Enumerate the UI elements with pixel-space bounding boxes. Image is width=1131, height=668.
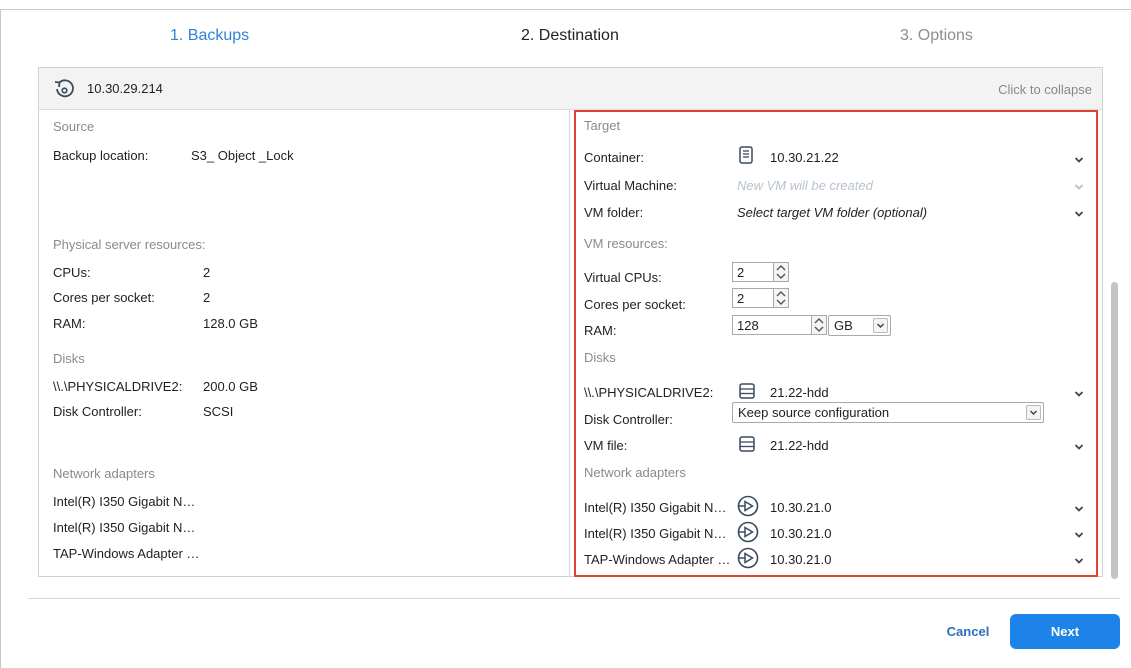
target-cores-input[interactable]: 2 [732,288,774,308]
chevron-down-icon [1026,405,1041,420]
panel-header[interactable]: 10.30.29.214 Click to collapse [39,68,1102,110]
chevron-down-icon[interactable] [1074,556,1084,566]
chevron-down-icon[interactable] [1074,442,1084,452]
column-divider [569,110,570,576]
target-drive-value[interactable]: 21.22-hdd [770,385,829,400]
vm-folder-value[interactable]: Select target VM folder (optional) [737,205,927,220]
target-ram-label: RAM: [584,323,617,338]
source-drive-label: \\.\PHYSICALDRIVE2: [53,379,183,394]
ram-value: 128.0 GB [203,316,258,331]
restore-icon [53,78,75,100]
virtual-cpus-stepper[interactable] [774,262,789,282]
cpus-label: CPUs: [53,265,91,280]
next-button[interactable]: Next [1010,614,1120,649]
storage-icon [739,383,755,402]
panel-title: 10.30.29.214 [87,81,163,96]
physical-resources-heading: Physical server resources: [53,237,206,252]
vm-resources-heading: VM resources: [584,236,668,251]
cpus-value: 2 [203,265,211,280]
cancel-button[interactable]: Cancel [928,616,1008,648]
source-network-heading: Network adapters [53,466,155,481]
virtual-machine-label: Virtual Machine: [584,178,677,193]
ram-unit-select[interactable]: GB [828,315,891,336]
step-backups[interactable]: 1. Backups [170,27,249,45]
source-drive-value: 200.0 GB [203,379,258,394]
step-destination[interactable]: 2. Destination [521,27,619,45]
target-network-heading: Network adapters [584,465,686,480]
wizard-steps: 1. Backups 2. Destination 3. Options [0,27,1131,49]
backup-location-value: S3_ Object _Lock [191,148,294,163]
window-frame-left [0,10,1,668]
chevron-down-icon[interactable] [1074,209,1084,219]
target-ram-input[interactable]: 128 [732,315,812,335]
collapse-link[interactable]: Click to collapse [998,82,1092,97]
target-adapter-1-label: Intel(R) I350 Gigabit N… [584,500,727,515]
source-heading: Source [53,119,95,134]
vm-file-value[interactable]: 21.22-hdd [770,438,829,453]
container-label: Container: [584,150,644,165]
chevron-down-icon [1074,182,1084,192]
backup-location-label: Backup location: [53,148,149,163]
source-controller-label: Disk Controller: [53,404,142,419]
target-drive-label: \\.\PHYSICALDRIVE2: [584,385,714,400]
source-controller-value: SCSI [203,404,234,419]
target-disks-heading: Disks [584,350,616,365]
target-ram-stepper[interactable] [812,315,827,335]
storage-icon [739,436,755,455]
window-frame-top [0,9,1131,10]
disk-controller-value: Keep source configuration [738,405,890,420]
step-options[interactable]: 3. Options [900,27,973,45]
target-adapter-3-label: TAP-Windows Adapter … [584,552,731,567]
footer-divider [28,598,1120,599]
container-value[interactable]: 10.30.21.22 [770,150,839,165]
virtual-machine-placeholder[interactable]: New VM will be created [737,178,873,193]
network-icon [737,547,759,572]
chevron-down-icon[interactable] [1074,155,1084,165]
target-heading: Target [584,118,621,133]
target-adapter-2-label: Intel(R) I350 Gigabit N… [584,526,727,541]
target-controller-label: Disk Controller: [584,412,673,427]
chevron-down-icon[interactable] [1074,530,1084,540]
target-adapter-3-value[interactable]: 10.30.21.0 [770,552,831,567]
server-icon [739,146,753,167]
source-adapter-2: Intel(R) I350 Gigabit N… [53,520,196,535]
cores-value: 2 [203,290,211,305]
target-adapter-1-value[interactable]: 10.30.21.0 [770,500,831,515]
target-adapter-2-value[interactable]: 10.30.21.0 [770,526,831,541]
disk-controller-select[interactable]: Keep source configuration [732,402,1044,423]
network-icon [737,521,759,546]
vm-folder-label: VM folder: [584,205,644,220]
ram-unit-value: GB [834,318,853,333]
scrollbar-thumb[interactable] [1111,282,1118,579]
target-cores-label: Cores per socket: [584,297,686,312]
source-adapter-3: TAP-Windows Adapter … [53,546,200,561]
virtual-cpus-label: Virtual CPUs: [584,270,662,285]
chevron-down-icon[interactable] [1074,504,1084,514]
cores-label: Cores per socket: [53,290,155,305]
vm-file-label: VM file: [584,438,628,453]
network-icon [737,495,759,520]
chevron-down-icon[interactable] [1074,389,1084,399]
target-cores-stepper[interactable] [774,288,789,308]
chevron-down-icon [873,318,888,333]
source-disks-heading: Disks [53,351,85,366]
virtual-cpus-input[interactable]: 2 [732,262,774,282]
ram-label: RAM: [53,316,86,331]
source-adapter-1: Intel(R) I350 Gigabit N… [53,494,196,509]
